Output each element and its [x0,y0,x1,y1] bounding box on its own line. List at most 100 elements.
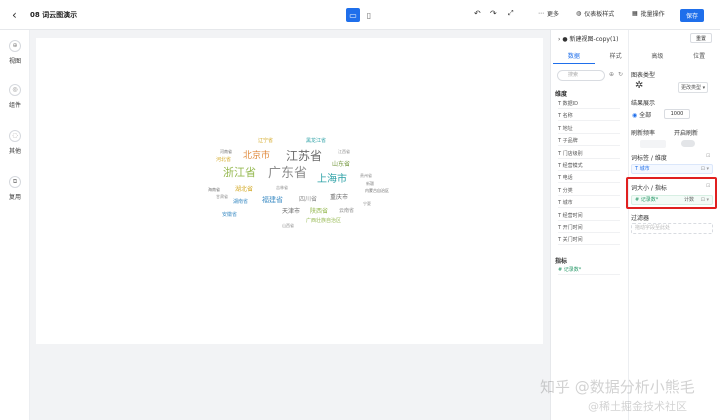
word-item: 安徽省 [222,212,238,218]
panel-tabs: 数据 样式 高级 位置 [553,50,720,64]
word-item: 湖北省 [235,186,254,193]
tab-advanced[interactable]: 高级 [637,50,679,64]
chart-type-label: 图表类型 [631,72,656,79]
refresh-select[interactable] [640,140,666,148]
undo-icon[interactable]: ↶ [474,9,481,18]
word-item: 广东省 [268,166,308,181]
result-label: 结果展示 [631,100,656,107]
save-button[interactable]: 保存 [680,9,704,22]
more-icon: ⋯ [538,10,544,17]
word-lock-icon: ⊡ [706,153,711,159]
dimension-item[interactable]: T 经营模式 [558,162,620,171]
filter-label: 过滤器 [631,215,650,222]
dimension-item[interactable]: T 开门时间 [558,224,620,233]
word-item: 北京市 [243,151,271,161]
reuse-icon: ⧉ [9,176,21,188]
word-field-pill[interactable]: T 城市 ⊡ ▾ [631,164,713,174]
word-item: 广西壮族自治区 [306,218,342,224]
view-icon: ⊕ [9,40,21,52]
add-field-icon[interactable]: ⊕ [609,71,614,78]
dimension-item[interactable]: T 经营时间 [558,212,620,221]
refresh-toggle[interactable] [681,140,695,147]
word-item: 天津市 [282,208,301,215]
wordcloud-type-icon[interactable]: ✲ [635,80,643,91]
rail-item-component[interactable]: ◎ 组件 [0,84,30,109]
word-item: 辽宁省 [258,138,274,144]
word-label: 词标签 / 维度 [631,155,667,162]
measure-item[interactable]: # 记录数* [558,266,620,275]
pill-menu-icon[interactable]: ⊡ ▾ [701,165,709,173]
rail-item-reuse[interactable]: ⧉ 复用 [0,176,30,201]
dimension-title: 维度 [555,91,568,98]
dimension-item[interactable]: T 数据ID [558,100,620,109]
dashboard-canvas: 江苏省广东省 浙江省 北京市上海市 山东省福建省 四川省 重庆市 湖北省天津市 陕西省 湖南省 辽… [30,30,550,420]
batch-operation-button[interactable]: ▦ 批量操作 [632,9,665,18]
highlight-box [626,177,717,209]
word-item: 湖南省 [233,199,249,205]
back-arrow-icon[interactable]: ‹ [12,8,17,22]
wordcloud-card[interactable]: 江苏省广东省 浙江省 北京市上海市 山东省福建省 四川省 重庆市 湖北省天津市 陕西省 湖南省 辽… [36,38,543,344]
grid-icon: ▦ [632,10,638,17]
auto-refresh-label: 开启刷新 [674,130,699,137]
desktop-view-icon[interactable]: ▭ [346,8,360,22]
word-item: 江苏省 [286,149,323,163]
dashboard-style-button[interactable]: ◍ 仪表板样式 [576,9,614,18]
dimension-item[interactable]: T 关门时间 [558,236,620,246]
dimension-item[interactable]: T 子品牌 [558,137,620,147]
other-icon: ◌ [9,130,21,142]
word-item: 山西省 [282,223,294,228]
limit-input[interactable]: 1000 [664,109,690,119]
top-bar: ‹ 08 词云图演示 ▭ ▯ ↶ ↷ ⤢ ⋯ 更多 ◍ 仪表板样式 ▦ 批量操作 保存 [0,0,720,30]
reset-button[interactable]: 重置 [690,33,712,43]
tab-style[interactable]: 样式 [595,50,637,64]
all-radio[interactable]: ◉ 全部 [632,110,651,119]
dimension-item[interactable]: T 城市 [558,199,620,209]
refresh-label: 刷新频率 [631,130,656,137]
refresh-fields-icon[interactable]: ↻ [618,71,623,78]
dimension-item[interactable]: T 分类 [558,187,620,196]
dimension-item[interactable]: T 名称 [558,112,620,122]
word-item: 新疆 [366,181,374,186]
rail-item-other[interactable]: ◌ 其他 [0,130,30,155]
word-item: 四川省 [299,196,318,203]
watermark-line1: 知乎 @数据分析小熊毛 [540,378,695,396]
word-item: 山东省 [332,161,351,168]
word-item: 浙江省 [223,166,256,179]
word-item: 江西省 [338,149,350,154]
redo-icon[interactable]: ↷ [490,9,497,18]
word-item: 重庆市 [330,194,349,201]
measure-title: 指标 [555,258,568,265]
word-item: 福建省 [262,196,283,204]
field-search-input[interactable]: 搜索 [557,70,605,81]
dimension-item[interactable]: T 门店级别 [558,150,620,159]
palette-icon: ◍ [576,10,582,17]
fullscreen-icon[interactable]: ⤢ [508,9,514,18]
word-item: 云南省 [339,208,355,214]
filter-dropzone[interactable]: 拖动字段至此处 [631,223,713,234]
watermark-line2: @稀土掘金技术社区 [588,400,687,413]
component-icon: ◎ [9,84,21,96]
word-item: 上海市 [317,174,347,185]
word-item: 甘肃省 [216,194,228,199]
dimension-item[interactable]: T 地址 [558,125,620,134]
tab-data[interactable]: 数据 [553,50,595,64]
more-button[interactable]: ⋯ 更多 [538,9,559,18]
change-type-button[interactable]: 更改类型 ▾ [678,82,709,93]
word-item: 陕西省 [310,208,329,215]
word-item: 贵州省 [360,173,372,178]
word-item: 内蒙古自治区 [365,188,389,193]
word-item: 海南省 [208,187,220,192]
rail-item-view[interactable]: ⊕ 视图 [0,40,30,65]
word-item: 河北省 [216,157,232,163]
radio-icon: ◉ [632,112,638,119]
page-title: 08 词云图演示 [30,11,78,19]
word-item: 宁夏 [363,201,371,206]
tab-position[interactable]: 位置 [678,50,720,64]
dimension-item[interactable]: T 电话 [558,174,620,184]
word-item: 吉林省 [276,185,288,190]
word-item: 河南省 [220,149,232,154]
mobile-view-icon[interactable]: ▯ [362,8,376,22]
view-name: › ● 新建视图-copy(1) [558,36,619,43]
left-rail: ⊕ 视图 ◎ 组件 ◌ 其他 ⧉ 复用 [0,30,30,420]
word-item: 黑龙江省 [306,138,327,144]
